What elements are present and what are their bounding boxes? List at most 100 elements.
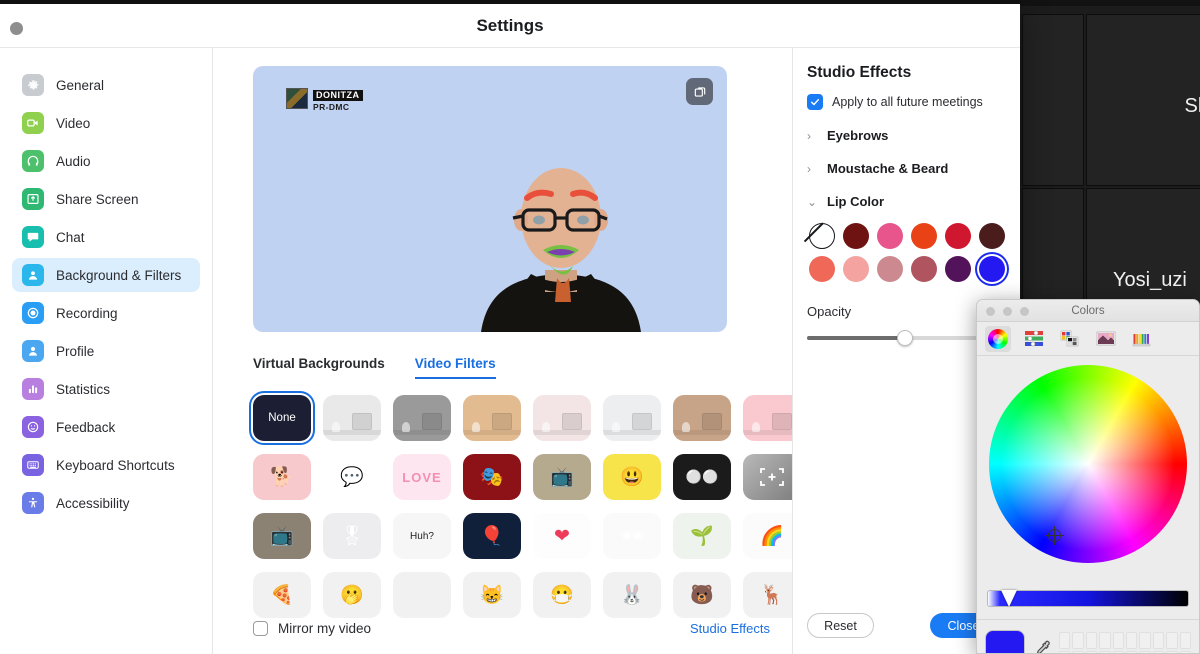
color-wheel[interactable] (989, 365, 1187, 563)
filter-item-red-curtain[interactable]: 🎭 (463, 454, 521, 500)
favorite-color-cell[interactable] (1152, 632, 1165, 649)
pencils-icon (1132, 333, 1151, 346)
reset-button[interactable]: Reset (807, 613, 874, 638)
sidebar-item-profile[interactable]: Profile (12, 334, 200, 368)
minimize-icon[interactable] (1003, 307, 1012, 316)
lip-color-blue-selected[interactable] (979, 256, 1005, 282)
filter-item-vintage-tv[interactable]: 📺 (253, 513, 311, 559)
bar-chart-icon (22, 378, 44, 400)
lip-color-coral[interactable] (809, 256, 835, 282)
filter-item-grey-room[interactable] (393, 395, 451, 441)
filter-item-sepia-room[interactable] (673, 395, 731, 441)
color-wheel-tab[interactable] (985, 325, 1011, 352)
tab-virtual-backgrounds[interactable]: Virtual Backgrounds (253, 356, 385, 379)
filter-item-string-lights[interactable]: 🎈 (463, 513, 521, 559)
filter-item-pink-room[interactable] (743, 395, 792, 441)
filter-item-love-neon[interactable]: LOVE (393, 454, 451, 500)
image-palettes-tab[interactable] (1093, 326, 1119, 352)
accordion-moustache-beard[interactable]: › Moustache & Beard (807, 161, 1002, 176)
filter-item-pixel-sunglasses[interactable]: 🕶 (603, 513, 661, 559)
filter-item-huh-bubble[interactable]: Huh? (393, 513, 451, 559)
filter-item-retro-tv[interactable]: 📺 (533, 454, 591, 500)
filter-item-cat-face[interactable]: 😸 (463, 572, 521, 618)
mirror-my-video-checkbox[interactable]: Mirror my video (253, 621, 371, 636)
sidebar-item-statistics[interactable]: Statistics (12, 372, 200, 406)
filter-item-award-ribbon[interactable]: 🎖 (323, 513, 381, 559)
favorite-color-cell[interactable] (1085, 632, 1098, 649)
studio-effects-link[interactable]: Studio Effects (690, 621, 770, 636)
close-icon[interactable] (986, 307, 995, 316)
lip-color-crimson[interactable] (945, 223, 971, 249)
sidebar-item-chat[interactable]: Chat (12, 220, 200, 254)
television-icon: 📺 (270, 526, 294, 547)
filter-item-blank[interactable] (393, 572, 451, 618)
filter-item-dog[interactable]: 🐕 (253, 454, 311, 500)
favorite-color-cell[interactable] (1125, 632, 1138, 649)
favorite-color-cell[interactable] (1072, 632, 1084, 649)
sidebar-item-label: Audio (56, 153, 91, 169)
color-wheel-cursor[interactable] (1045, 526, 1064, 545)
filter-item-cap[interactable]: 🫢 (323, 572, 381, 618)
lip-color-deep-purple[interactable] (945, 256, 971, 282)
sidebar-item-share-screen[interactable]: Share Screen (12, 182, 200, 216)
picture-in-picture-icon[interactable] (686, 78, 713, 105)
slider-knob[interactable] (897, 330, 913, 346)
filter-item-antlers[interactable]: 🦌 (743, 572, 792, 618)
favorite-color-cell[interactable] (1099, 632, 1111, 649)
filter-item-pearl-frame[interactable]: ⚪⚪ (673, 454, 731, 500)
lip-color-hot-pink[interactable] (877, 223, 903, 249)
filter-item-smiley-frame[interactable]: 😃 (603, 454, 661, 500)
filter-item-custom-add[interactable] (743, 454, 792, 500)
filter-item-heart-outline[interactable]: ❤ (533, 513, 591, 559)
lip-color-orange-red[interactable] (911, 223, 937, 249)
brightness-slider[interactable] (977, 584, 1199, 620)
accordion-lip-color[interactable]: ⌄ Lip Color (807, 194, 1002, 209)
filter-item-chat-bubble[interactable]: 💬 (323, 454, 381, 500)
favorite-color-cell[interactable] (1112, 632, 1124, 649)
lip-color-dark-brown[interactable] (979, 223, 1005, 249)
lip-color-dark-maroon[interactable] (843, 223, 869, 249)
balloon-icon: 🎈 (480, 526, 504, 547)
filter-item-bunny-ears[interactable]: 🐰 (603, 572, 661, 618)
pencils-tab[interactable] (1129, 326, 1155, 352)
favorite-colors-grid[interactable] (1059, 632, 1191, 653)
lip-color-dusty-rose[interactable] (877, 256, 903, 282)
color-palettes-tab[interactable] (1057, 326, 1083, 352)
sidebar-item-general[interactable]: General (12, 68, 200, 102)
zoom-icon[interactable] (1020, 307, 1029, 316)
apply-future-meetings-checkbox[interactable]: Apply to all future meetings (807, 94, 1002, 110)
lip-color-salmon-pink[interactable] (843, 256, 869, 282)
color-sliders-tab[interactable] (1021, 326, 1047, 352)
close-icon[interactable] (10, 22, 23, 35)
filter-item-none[interactable]: None (249, 391, 315, 445)
favorite-color-cell[interactable] (1179, 632, 1191, 649)
filter-item-mask-face[interactable]: 😷 (533, 572, 591, 618)
favorite-color-cell[interactable] (1166, 632, 1178, 649)
filter-item-bear-ears[interactable]: 🐻 (673, 572, 731, 618)
sidebar-item-background-filters[interactable]: Background & Filters (12, 258, 200, 292)
lip-color-mauve-red[interactable] (911, 256, 937, 282)
filter-item-pizza[interactable]: 🍕 (253, 572, 311, 618)
sidebar-item-recording[interactable]: Recording (12, 296, 200, 330)
brightness-knob[interactable] (1001, 590, 1017, 607)
filter-item-cool-room[interactable] (603, 395, 661, 441)
filter-item-rainbow[interactable]: 🌈 (743, 513, 792, 559)
sidebar-item-accessibility[interactable]: Accessibility (12, 486, 200, 520)
accordion-eyebrows[interactable]: › Eyebrows (807, 128, 1002, 143)
current-color-swatch[interactable] (985, 630, 1025, 653)
favorite-color-cell[interactable] (1139, 632, 1151, 649)
filter-item-blush-room[interactable] (533, 395, 591, 441)
filter-item-white-room[interactable] (323, 395, 381, 441)
tab-video-filters[interactable]: Video Filters (414, 356, 496, 379)
favorite-color-cell[interactable] (1059, 632, 1071, 649)
filter-tabs: Virtual Backgrounds Video Filters (253, 356, 770, 379)
sidebar-item-keyboard-shortcuts[interactable]: Keyboard Shortcuts (12, 448, 200, 482)
sidebar-item-audio[interactable]: Audio (12, 144, 200, 178)
sidebar-item-video[interactable]: Video (12, 106, 200, 140)
lip-color-no-color[interactable] (809, 223, 835, 249)
eyedropper-icon[interactable] (1033, 639, 1051, 653)
sidebar-item-feedback[interactable]: Feedback (12, 410, 200, 444)
filter-item-leaf-face[interactable]: 🌱 (673, 513, 731, 559)
filter-item-warm-room[interactable] (463, 395, 521, 441)
watermark-thumbnail-icon (286, 88, 308, 110)
